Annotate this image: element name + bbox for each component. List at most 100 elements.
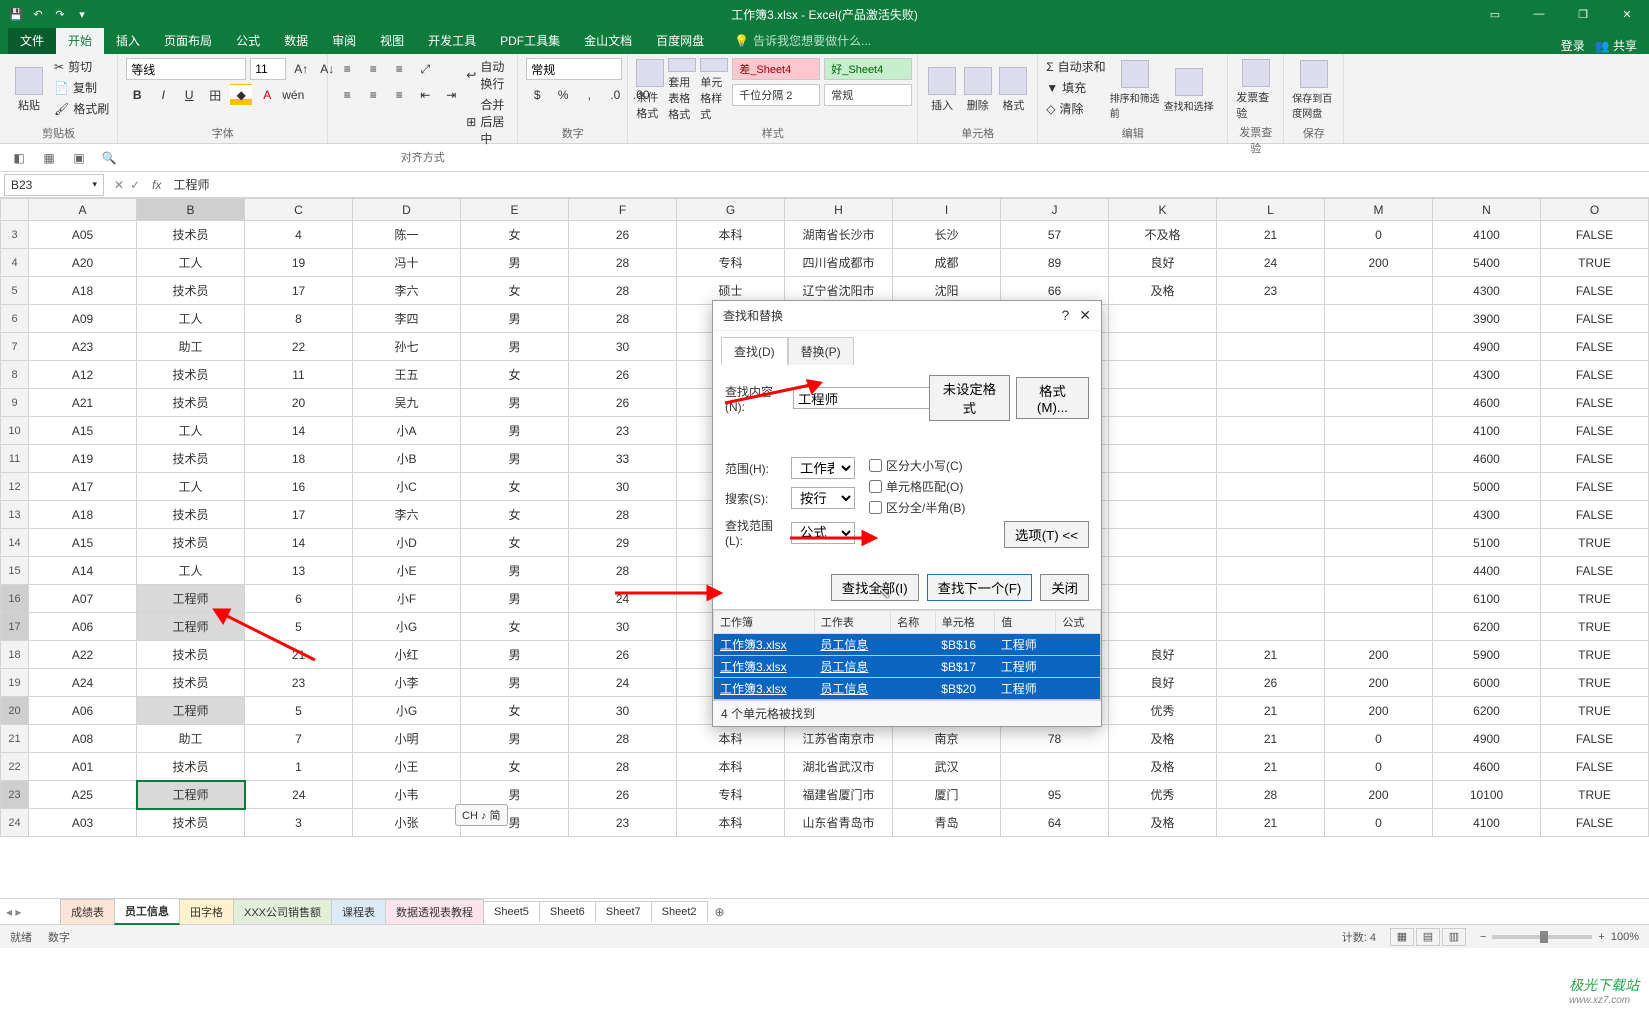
sheet-tab[interactable]: 成绩表 xyxy=(60,899,115,924)
cell[interactable]: TRUE xyxy=(1541,669,1649,697)
cell[interactable]: 5400 xyxy=(1433,249,1541,277)
cancel-formula-icon[interactable]: ✕ xyxy=(114,178,124,192)
row-header[interactable]: 11 xyxy=(1,445,29,473)
cell[interactable]: 26 xyxy=(569,389,677,417)
tab-insert[interactable]: 插入 xyxy=(104,27,152,54)
subbar-icon-4[interactable]: 🔍 xyxy=(98,147,120,169)
sheet-tab[interactable]: Sheet5 xyxy=(483,901,540,922)
dialog-help-icon[interactable]: ? xyxy=(1061,307,1069,324)
cell[interactable]: 及格 xyxy=(1109,809,1217,837)
chk-whole[interactable]: 单元格匹配(O) xyxy=(869,478,965,495)
col-header[interactable]: C xyxy=(245,199,353,221)
align-mid-icon[interactable]: ≡ xyxy=(362,58,384,80)
cell[interactable]: 技术员 xyxy=(137,277,245,305)
cell[interactable]: 女 xyxy=(461,613,569,641)
cell[interactable]: 21 xyxy=(1217,809,1325,837)
cell[interactable]: A03 xyxy=(29,809,137,837)
view-page-icon[interactable]: ▤ xyxy=(1416,928,1440,946)
cell[interactable]: TRUE xyxy=(1541,585,1649,613)
cell[interactable]: FALSE xyxy=(1541,221,1649,249)
row-header[interactable]: 21 xyxy=(1,725,29,753)
indent-inc-icon[interactable]: ⇥ xyxy=(440,84,462,106)
cell[interactable]: 成都 xyxy=(893,249,1001,277)
cell[interactable]: A21 xyxy=(29,389,137,417)
cell[interactable]: 本科 xyxy=(677,809,785,837)
dialog-tab-replace[interactable]: 替换(P) xyxy=(788,337,854,365)
cell[interactable] xyxy=(1325,305,1433,333)
cell[interactable]: 200 xyxy=(1325,697,1433,725)
login-link[interactable]: 登录 xyxy=(1561,37,1585,54)
cell[interactable]: 优秀 xyxy=(1109,781,1217,809)
fill-label[interactable]: 填充 xyxy=(1062,79,1086,96)
cell[interactable] xyxy=(1325,557,1433,585)
cell[interactable]: 小明 xyxy=(353,725,461,753)
cell[interactable]: 64 xyxy=(1001,809,1109,837)
cell[interactable]: 及格 xyxy=(1109,753,1217,781)
cell[interactable] xyxy=(1217,361,1325,389)
cell[interactable]: A06 xyxy=(29,613,137,641)
cell[interactable]: A08 xyxy=(29,725,137,753)
col-header[interactable]: D xyxy=(353,199,461,221)
table-format-button[interactable]: 套用表格格式 xyxy=(668,58,696,122)
row-header[interactable]: 15 xyxy=(1,557,29,585)
cell[interactable] xyxy=(1325,585,1433,613)
cell[interactable]: 95 xyxy=(1001,781,1109,809)
cell[interactable]: 本科 xyxy=(677,221,785,249)
cell[interactable]: 24 xyxy=(245,781,353,809)
cell[interactable]: 男 xyxy=(461,249,569,277)
cell[interactable]: A15 xyxy=(29,417,137,445)
cell[interactable]: 女 xyxy=(461,221,569,249)
cell[interactable]: FALSE xyxy=(1541,277,1649,305)
cell[interactable]: 24 xyxy=(569,669,677,697)
style-normal[interactable]: 常规 xyxy=(824,84,912,106)
cell[interactable]: 4300 xyxy=(1433,277,1541,305)
cell[interactable]: A12 xyxy=(29,361,137,389)
cell[interactable]: 男 xyxy=(461,305,569,333)
paste-button[interactable]: 粘贴 xyxy=(8,58,50,122)
cell[interactable]: 小C xyxy=(353,473,461,501)
cell[interactable]: 男 xyxy=(461,389,569,417)
cell[interactable] xyxy=(1325,473,1433,501)
sum-icon[interactable]: Σ xyxy=(1046,60,1053,74)
cell[interactable]: 女 xyxy=(461,361,569,389)
tab-file[interactable]: 文件 xyxy=(8,27,56,54)
zoom-in-icon[interactable]: + xyxy=(1598,931,1604,943)
painter-label[interactable]: 格式刷 xyxy=(73,100,109,117)
cell[interactable]: 小韦 xyxy=(353,781,461,809)
cell[interactable]: A22 xyxy=(29,641,137,669)
cell[interactable]: 6000 xyxy=(1433,669,1541,697)
border-icon[interactable]: 田 xyxy=(204,84,226,106)
cell[interactable]: 10100 xyxy=(1433,781,1541,809)
cell[interactable] xyxy=(1109,473,1217,501)
cell[interactable] xyxy=(1325,445,1433,473)
cell[interactable]: A17 xyxy=(29,473,137,501)
cell[interactable] xyxy=(1217,389,1325,417)
cell[interactable]: 陈一 xyxy=(353,221,461,249)
cell[interactable]: 6200 xyxy=(1433,613,1541,641)
cell[interactable]: A23 xyxy=(29,333,137,361)
cell[interactable] xyxy=(1109,557,1217,585)
wrap-icon[interactable]: ↩ xyxy=(466,68,476,82)
currency-icon[interactable]: $ xyxy=(526,84,548,106)
cell[interactable]: 89 xyxy=(1001,249,1109,277)
cell[interactable]: A07 xyxy=(29,585,137,613)
copy-icon[interactable]: 📄 xyxy=(54,81,69,95)
cell[interactable]: 26 xyxy=(569,781,677,809)
cell[interactable]: 技术员 xyxy=(137,641,245,669)
wrap-label[interactable]: 自动换行 xyxy=(480,58,509,92)
cell[interactable] xyxy=(1217,305,1325,333)
cell[interactable]: 良好 xyxy=(1109,641,1217,669)
cell[interactable]: FALSE xyxy=(1541,753,1649,781)
tab-formulas[interactable]: 公式 xyxy=(224,27,272,54)
fill-color-icon[interactable]: ◆ xyxy=(230,84,252,106)
cell[interactable]: 28 xyxy=(569,557,677,585)
cell[interactable]: 5900 xyxy=(1433,641,1541,669)
cell[interactable] xyxy=(1109,361,1217,389)
cell[interactable]: 技术员 xyxy=(137,221,245,249)
tab-page-layout[interactable]: 页面布局 xyxy=(152,27,224,54)
cell[interactable]: FALSE xyxy=(1541,445,1649,473)
painter-icon[interactable]: 🖌 xyxy=(54,102,69,116)
cell[interactable]: 技术员 xyxy=(137,501,245,529)
cell[interactable] xyxy=(1217,445,1325,473)
cell[interactable]: 11 xyxy=(245,361,353,389)
